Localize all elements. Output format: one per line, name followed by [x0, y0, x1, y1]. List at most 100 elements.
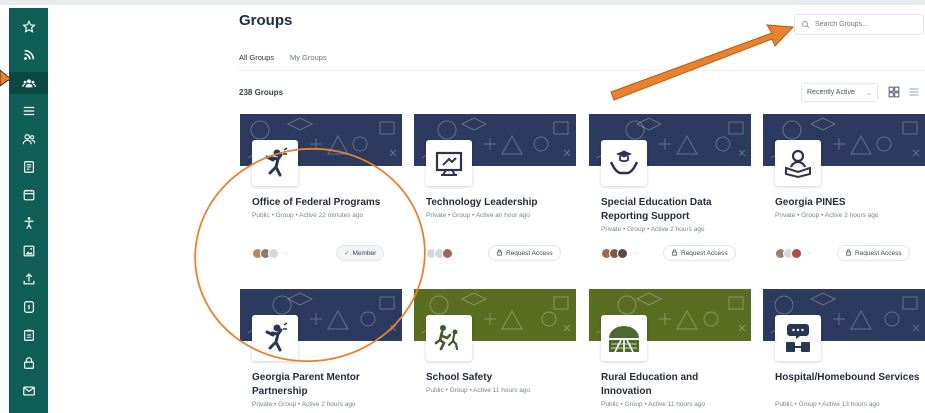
mail-icon: [22, 386, 35, 396]
nav-accessibility[interactable]: [9, 212, 48, 234]
member-avatars[interactable]: ···: [426, 248, 463, 259]
sidebar: [9, 8, 48, 413]
lock-icon: [671, 249, 678, 258]
lock-icon: [845, 249, 852, 258]
star-icon: [21, 20, 36, 33]
file-icon: [23, 301, 34, 313]
grid-view-icon[interactable]: [888, 86, 900, 98]
arrow-to-search: [610, 24, 795, 101]
nav-files[interactable]: [9, 296, 48, 318]
tab-my-groups[interactable]: My Groups: [290, 53, 327, 71]
group-card[interactable]: Technology Leadership Private • Group • …: [414, 114, 576, 274]
group-meta: Public • Group • Active 11 hours ago: [426, 387, 531, 394]
nav-members[interactable]: [9, 128, 48, 150]
group-avatar: [426, 315, 472, 361]
group-title[interactable]: Special Education Data Reporting Support: [601, 196, 751, 224]
group-avatar: [775, 315, 821, 361]
nav-media[interactable]: [9, 240, 48, 262]
nav-feed[interactable]: [9, 44, 48, 66]
nav-clipboard[interactable]: [9, 324, 48, 346]
rural-road-icon: [609, 326, 639, 353]
lock-icon: [496, 249, 503, 258]
graduation-hands-icon: [609, 150, 639, 175]
nav-messages[interactable]: [9, 380, 48, 402]
lock-icon: [23, 357, 34, 369]
group-avatar: [252, 315, 298, 361]
group-meta: Private • Group • Active 2 hours ago: [252, 401, 356, 408]
group-meta: Private • Group • Active 2 hours ago: [775, 212, 879, 219]
nav-menu[interactable]: [9, 100, 48, 122]
request-access-button[interactable]: Request Access: [837, 245, 910, 261]
group-card[interactable]: Georgia Parent Mentor Partnership Privat…: [240, 289, 402, 413]
group-avatar: [601, 315, 647, 361]
accessibility-icon: [24, 217, 33, 229]
running-people-icon: [434, 325, 459, 351]
presentation-screen-icon: [435, 151, 463, 176]
group-meta: Public • Group • Active 11 hours ago: [601, 401, 706, 408]
sort-dropdown[interactable]: Recently Active ⌄: [801, 83, 878, 102]
sort-label: Recently Active: [807, 89, 855, 96]
member-avatars[interactable]: ···: [601, 248, 638, 259]
request-access-button[interactable]: Request Access: [488, 245, 561, 261]
tab-all-groups[interactable]: All Groups: [239, 53, 275, 71]
group-card[interactable]: Office of Federal Programs Public • Grou…: [240, 114, 402, 274]
group-card[interactable]: Special Education Data Reporting Support…: [589, 114, 751, 274]
group-card[interactable]: School Safety Public • Group • Active 11…: [414, 289, 576, 413]
groups-icon: [21, 79, 36, 88]
calendar-icon: [23, 189, 34, 201]
group-count: 238 Groups: [239, 88, 284, 97]
rss-icon: [23, 49, 34, 60]
top-bar: [0, 0, 925, 5]
group-avatar: [601, 140, 647, 186]
group-avatar: [426, 140, 472, 186]
document-icon: [23, 161, 34, 173]
search-input[interactable]: [815, 21, 915, 28]
search-box[interactable]: [794, 14, 924, 35]
group-title[interactable]: Georgia PINES: [775, 196, 925, 210]
request-access-label: Request Access: [855, 249, 902, 257]
group-card[interactable]: Hospital/Homebound Services Public • Gro…: [763, 289, 925, 413]
group-title[interactable]: School Safety: [426, 371, 576, 385]
menu-icon: [23, 106, 34, 116]
member-avatars[interactable]: ···: [775, 248, 812, 259]
group-meta: Public • Group • Active 22 minutes ago: [252, 212, 364, 219]
group-meta: Public • Group • Active 13 hours ago: [775, 401, 880, 408]
group-title[interactable]: Rural Education and Innovation: [601, 371, 751, 399]
member-button[interactable]: ✓ Member: [336, 245, 385, 261]
chat-person-icon: [786, 324, 810, 352]
nav-favorites[interactable]: [9, 16, 48, 38]
page-title: Groups: [239, 12, 293, 29]
group-card[interactable]: Rural Education and Innovation Public • …: [589, 289, 751, 413]
nav-documents[interactable]: [9, 156, 48, 178]
request-access-button[interactable]: Request Access: [663, 245, 736, 261]
image-icon: [23, 245, 34, 257]
request-access-label: Request Access: [506, 249, 553, 257]
nav-calendar[interactable]: [9, 184, 48, 206]
clipboard-icon: [23, 329, 34, 341]
tabs-divider: [239, 70, 925, 71]
member-avatars[interactable]: ···: [252, 248, 289, 259]
nav-private[interactable]: [9, 352, 48, 374]
group-title[interactable]: Technology Leadership: [426, 196, 576, 210]
upload-icon: [23, 273, 34, 285]
group-title[interactable]: Office of Federal Programs: [252, 196, 402, 210]
group-card[interactable]: Georgia PINES Private • Group • Active 2…: [763, 114, 925, 274]
check-icon: ✓: [344, 250, 350, 257]
group-avatar: [775, 140, 821, 186]
group-title[interactable]: Hospital/Homebound Services: [775, 371, 925, 385]
jumping-person-icon: [265, 147, 288, 177]
nav-upload[interactable]: [9, 268, 48, 290]
group-meta: Private • Group • Active 2 hours ago: [601, 226, 705, 233]
member-button-label: Member: [352, 249, 377, 257]
jumping-person-icon: [265, 322, 288, 352]
chevron-down-icon: ⌄: [866, 89, 872, 97]
request-access-label: Request Access: [681, 249, 728, 257]
users-icon: [22, 134, 35, 145]
search-icon: [801, 20, 810, 29]
group-meta: Private • Group • Active an hour ago: [426, 212, 530, 219]
group-title[interactable]: Georgia Parent Mentor Partnership: [252, 371, 402, 399]
group-avatar: [252, 140, 298, 186]
reader-icon: [785, 149, 811, 179]
list-view-icon[interactable]: [908, 86, 920, 98]
nav-groups[interactable]: [9, 72, 48, 94]
